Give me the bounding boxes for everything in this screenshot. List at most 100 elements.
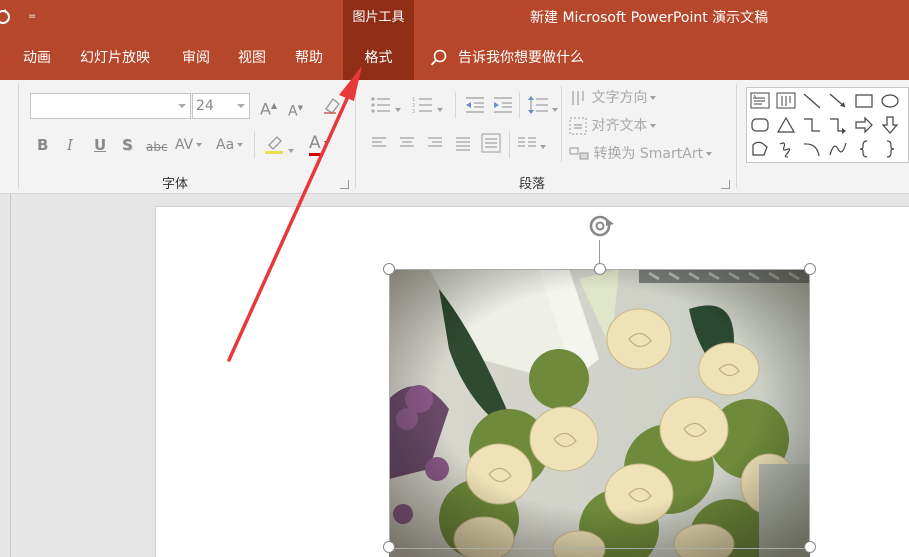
increase-indent-button[interactable]	[492, 96, 514, 119]
highlight-color-button[interactable]	[263, 133, 294, 160]
line-spacing-button[interactable]	[527, 96, 558, 119]
tab-animations[interactable]: 动画	[23, 36, 51, 80]
decrease-indent-button[interactable]	[464, 96, 486, 119]
grow-font-button[interactable]: A▲	[260, 96, 277, 119]
change-case-button[interactable]: Aa	[216, 135, 244, 155]
title-bar: = 图片工具 新建 Microsoft PowerPoint 演示文稿	[0, 0, 909, 36]
strikethrough-button[interactable]: abc	[146, 137, 168, 157]
resize-handle-top-center[interactable]	[594, 263, 606, 275]
shapes-gallery: A	[746, 87, 909, 163]
down-arrow-shape-icon[interactable]	[880, 115, 900, 135]
tell-me-label: 告诉我你想要做什么	[458, 50, 584, 66]
font-color-label: A	[309, 133, 321, 156]
undo-icon[interactable]	[0, 8, 12, 26]
align-center-button[interactable]	[398, 135, 416, 156]
resize-handle-bottom-right[interactable]	[804, 541, 816, 553]
spacing-label: AV	[175, 137, 194, 153]
paragraph-dialog-launcher-icon[interactable]	[721, 180, 730, 189]
align-right-button[interactable]	[426, 135, 444, 156]
bullets-button[interactable]	[370, 96, 401, 119]
triangle-shape-icon[interactable]	[776, 115, 796, 135]
elbow-arrow-connector-shape-icon[interactable]	[828, 115, 848, 135]
align-left-button[interactable]	[370, 135, 388, 156]
font-name-combobox[interactable]	[30, 93, 191, 119]
align-text-button[interactable]: 对齐文本	[569, 116, 657, 136]
rounded-rectangle-shape-icon[interactable]	[750, 115, 770, 135]
rectangle-shape-icon[interactable]	[854, 91, 874, 111]
svg-text:3: 3	[412, 109, 415, 114]
vertical-text-box-icon[interactable]	[776, 91, 796, 111]
oval-shape-icon[interactable]	[880, 91, 900, 111]
shrink-font-button[interactable]: A▼	[288, 98, 303, 122]
font-group-label: 字体	[162, 177, 189, 192]
tab-slideshow[interactable]: 幻灯片放映	[80, 36, 150, 80]
left-brace-shape-icon[interactable]	[854, 139, 874, 159]
group-separator	[355, 84, 356, 188]
arrow-line-shape-icon[interactable]	[828, 91, 848, 111]
tell-me-search[interactable]: 告诉我你想要做什么	[430, 36, 584, 80]
tab-help[interactable]: 帮助	[295, 36, 323, 80]
resize-handle-bottom-left[interactable]	[383, 541, 395, 553]
italic-button[interactable]: I	[67, 135, 73, 155]
text-direction-icon	[572, 91, 584, 105]
arc-shape-icon[interactable]	[802, 139, 822, 159]
indent-icon	[494, 97, 512, 113]
freeform-shape-icon[interactable]	[750, 139, 770, 159]
grow-font-label: A	[260, 99, 271, 119]
thumbnail-pane-border	[10, 194, 11, 557]
bouquet-image	[389, 269, 810, 557]
justify-button[interactable]	[454, 135, 472, 156]
eraser-icon	[324, 97, 340, 114]
font-dialog-launcher-icon[interactable]	[340, 180, 349, 189]
tab-view[interactable]: 视图	[238, 36, 266, 80]
tab-review[interactable]: 审阅	[182, 36, 210, 80]
numbered-list-icon: 123	[412, 97, 432, 115]
search-icon	[430, 49, 447, 66]
convert-to-smartart-button[interactable]: 转换为 SmartArt	[569, 144, 713, 164]
group-separator	[561, 86, 562, 162]
change-case-label: Aa	[216, 137, 235, 153]
align-text-label: 对齐文本	[591, 118, 648, 134]
resize-handle-top-right[interactable]	[804, 263, 816, 275]
align-text-icon	[569, 117, 587, 135]
window-title: 新建 Microsoft PowerPoint 演示文稿	[530, 10, 769, 26]
text-direction-label: 文字方向	[591, 90, 648, 106]
font-color-button[interactable]: A	[309, 133, 330, 156]
right-brace-shape-icon[interactable]	[880, 139, 900, 159]
underline-button[interactable]: U	[94, 135, 106, 155]
font-size-combobox[interactable]: 24	[192, 93, 250, 119]
distributed-button[interactable]	[481, 133, 501, 158]
chevron-down-icon	[650, 96, 657, 100]
tab-format[interactable]: 格式	[343, 36, 414, 80]
chevron-down-icon	[540, 144, 546, 149]
columns-icon	[518, 137, 536, 147]
text-box-icon[interactable]: A	[750, 91, 770, 111]
chevron-down-icon	[288, 148, 294, 153]
elbow-connector-shape-icon[interactable]	[802, 115, 822, 135]
chevron-down-icon	[437, 107, 443, 112]
line-spacing-icon	[528, 96, 548, 114]
chevron-down-icon	[237, 104, 245, 108]
numbering-button[interactable]: 123	[412, 96, 443, 119]
text-direction-button[interactable]: 文字方向	[569, 88, 657, 108]
character-spacing-button[interactable]: AV	[175, 135, 203, 155]
convert-smartart-label: 转换为 SmartArt	[593, 146, 704, 162]
justify-icon	[456, 137, 470, 151]
curve-shape-icon[interactable]	[828, 139, 848, 159]
line-shape-icon[interactable]	[802, 91, 822, 111]
bouquet-picture[interactable]	[389, 269, 810, 557]
text-shadow-button[interactable]: S	[122, 135, 133, 155]
chevron-down-icon	[323, 141, 330, 145]
columns-button[interactable]	[517, 135, 546, 156]
scribble-shape-icon[interactable]	[776, 139, 796, 159]
paragraph-group-label: 段落	[519, 177, 546, 192]
bold-button[interactable]: B	[37, 135, 48, 155]
shrink-font-label: A	[288, 103, 298, 120]
chevron-down-icon	[552, 107, 558, 112]
smartart-icon	[569, 147, 589, 160]
resize-handle-top-left[interactable]	[383, 263, 395, 275]
right-arrow-shape-icon[interactable]	[854, 115, 874, 135]
customize-quick-access-button[interactable]: =	[28, 10, 36, 24]
rotate-handle-icon[interactable]	[584, 210, 616, 242]
clear-formatting-button[interactable]	[322, 95, 342, 120]
